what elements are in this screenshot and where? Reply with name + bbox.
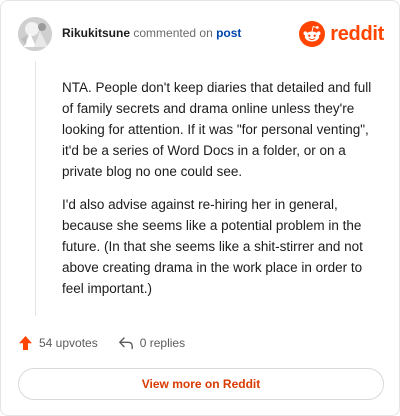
comment-header: Rikukitsune commented on post reddit	[18, 15, 384, 53]
comment-embed-card: Rikukitsune commented on post reddit NTA…	[0, 0, 400, 416]
upvote-arrow-icon	[19, 336, 32, 350]
reply-arrow-icon	[118, 337, 133, 350]
post-link[interactable]: post	[216, 26, 241, 40]
reddit-logo[interactable]: reddit	[299, 19, 384, 49]
view-more-button[interactable]: View more on Reddit	[18, 368, 384, 400]
comment-paragraph-2: I'd also advise against re-hiring her in…	[62, 197, 363, 296]
comment-meta: Rikukitsune commented on post	[62, 26, 241, 40]
thread-line	[35, 61, 36, 316]
avatar-image-icon	[18, 17, 52, 51]
reddit-wordmark: reddit	[330, 22, 384, 45]
commented-on-text: commented on	[133, 26, 213, 40]
upvotes-stat[interactable]: 54 upvotes	[18, 335, 98, 351]
replies-count: 0 replies	[139, 336, 186, 350]
comment-paragraph-1: NTA. People don't keep diaries that deta…	[62, 80, 372, 179]
username-link[interactable]: Rikukitsune	[62, 26, 130, 40]
replies-stat[interactable]: 0 replies	[118, 336, 185, 350]
upvotes-count: 54 upvotes	[39, 336, 98, 350]
comment-body: NTA. People don't keep diaries that deta…	[62, 77, 384, 311]
user-avatar[interactable]	[18, 17, 52, 51]
comment-stats: 54 upvotes 0 replies	[18, 331, 205, 355]
reddit-snoo-icon	[299, 21, 326, 47]
